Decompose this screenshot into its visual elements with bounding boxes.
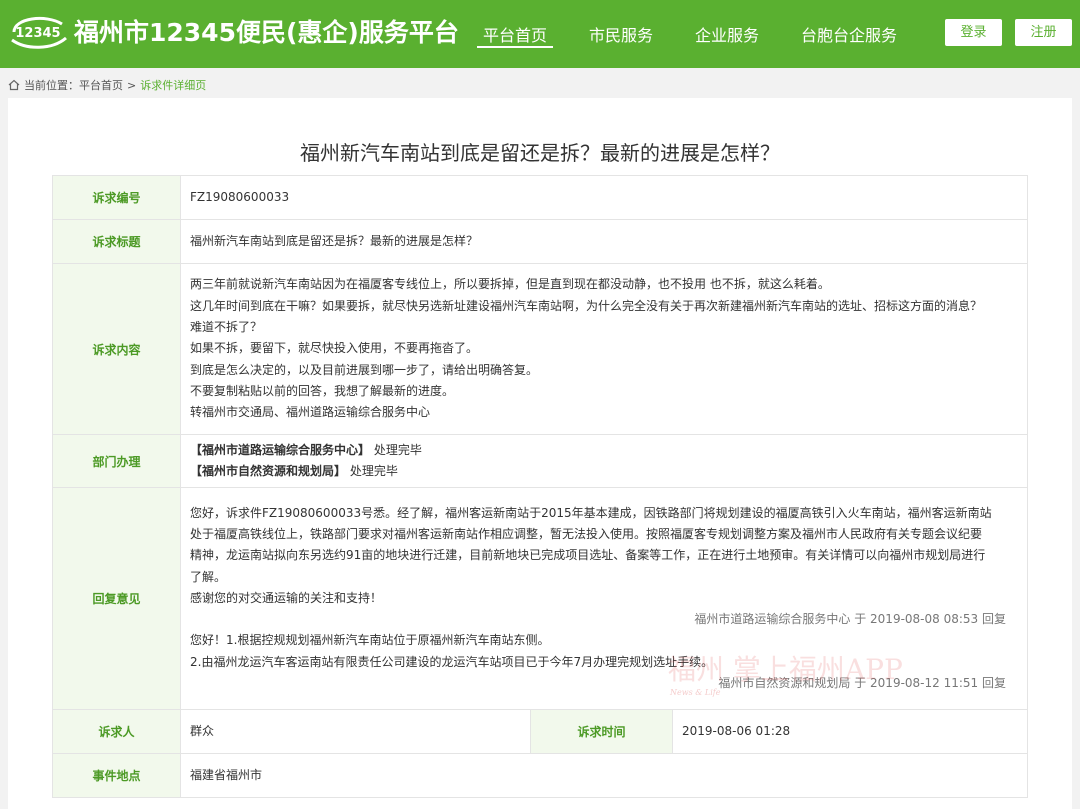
content-line: 到底是怎么决定的，以及目前进展到哪一步了，请给出明确答复。	[190, 362, 539, 377]
page-title: 福州新汽车南站到底是留还是拆？最新的进展是怎样？	[300, 141, 780, 165]
content-line: 这几年时间到底在干嘛？如果要拆，就尽快另选新址建设福州汽车南站啊，为什么完全没有…	[190, 298, 983, 313]
content-line: 如果不拆，要留下，就尽快投入使用，不要再拖沓了。	[190, 341, 479, 356]
dept-status: 处理完毕	[373, 443, 422, 457]
table-row: 诉求人 群众 诉求时间 2019-08-06 01:28	[52, 709, 1028, 754]
dept-value: 【福州市道路运输综合服务中心】 处理完毕 【福州市自然资源和规划局】 处理完毕	[180, 434, 1028, 488]
reply-line: 您好！1.根据控规规划福州新汽车南站位于原福州新汽车南站东侧。	[190, 633, 550, 648]
time-value: 2019-08-06 01:28	[672, 709, 1028, 754]
breadcrumb-home[interactable]: 平台首页	[79, 77, 123, 93]
register-button[interactable]: 注册	[1015, 19, 1072, 46]
detail-table: 诉求编号 FZ19080600033 诉求标题 福州新汽车南站到底是留还是拆？最…	[52, 175, 1028, 798]
main-nav: 平台首页 市民服务 企业服务 台胞台企服务	[477, 0, 933, 68]
table-row: 回复意见 您好，诉求件FZ19080600033号悉。经了解，福州客运新南站于2…	[52, 487, 1028, 710]
home-icon	[8, 79, 20, 91]
nav-taiwan-service[interactable]: 台胞台企服务	[795, 22, 903, 48]
content-line: 不要复制粘贴以前的回答，我想了解最新的进度。	[190, 383, 455, 398]
table-row: 部门办理 【福州市道路运输综合服务中心】 处理完毕 【福州市自然资源和规划局】 …	[52, 434, 1028, 488]
breadcrumb-current: 诉求件详细页	[140, 79, 207, 92]
requester-label: 诉求人	[52, 709, 181, 754]
reply-line: 2.由福州龙运汽车客运南站有限责任公司建设的龙运汽车站项目已于今年7月办理完规划…	[190, 654, 714, 669]
login-button[interactable]: 登录	[945, 19, 1002, 46]
number-value: FZ19080600033	[180, 175, 1028, 220]
dept-name: 【福州市道路运输综合服务中心】	[190, 443, 371, 457]
reply-value: 您好，诉求件FZ19080600033号悉。经了解，福州客运新南站于2015年基…	[180, 487, 1028, 710]
reply-line: 了解。	[190, 569, 227, 584]
location-label: 事件地点	[52, 753, 181, 798]
breadcrumb: 当前位置： 平台首页 > 诉求件详细页	[8, 77, 206, 93]
platform-logo-icon[interactable]: 12345	[6, 10, 70, 54]
title-label: 诉求标题	[52, 219, 181, 264]
reply-line: 感谢您的对交通运输的关注和支持！	[190, 590, 383, 605]
content-line: 转福州市交通局、福州道路运输综合服务中心	[190, 405, 431, 420]
table-row: 事件地点 福建省福州市	[52, 753, 1028, 798]
reply-line: 您好，诉求件FZ19080600033号悉。经了解，福州客运新南站于2015年基…	[190, 505, 992, 520]
breadcrumb-prefix: 当前位置：	[24, 79, 79, 92]
location-value: 福建省福州市	[180, 753, 1028, 798]
site-title: 福州市12345便民(惠企)服务平台	[74, 18, 459, 47]
dept-label: 部门办理	[52, 434, 181, 488]
number-label: 诉求编号	[52, 175, 181, 220]
requester-value: 群众	[180, 709, 531, 754]
table-row: 诉求内容 两三年前就说新汽车南站因为在福厦客专线位上，所以要拆掉，但是直到现在都…	[52, 263, 1028, 435]
top-header: 12345 福州市12345便民(惠企)服务平台 平台首页 市民服务 企业服务 …	[0, 0, 1080, 68]
reply-line: 处于福厦高铁线位上，铁路部门要求对福州客运新南站作相应调整，暂无法投入使用。按照…	[190, 526, 983, 541]
nav-citizen-service[interactable]: 市民服务	[583, 22, 659, 48]
logo-text: 12345	[15, 26, 60, 41]
content-label: 诉求内容	[52, 263, 181, 435]
time-label: 诉求时间	[530, 709, 673, 754]
breadcrumb-separator: >	[127, 78, 137, 92]
dept-entry: 【福州市自然资源和规划局】 处理完毕	[190, 461, 1018, 482]
content-value: 两三年前就说新汽车南站因为在福厦客专线位上，所以要拆掉，但是直到现在都没动静，也…	[180, 263, 1028, 435]
watermark-sub: News & Life	[670, 688, 721, 697]
content-line: 两三年前就说新汽车南站因为在福厦客专线位上，所以要拆掉，但是直到现在都没动静，也…	[190, 277, 830, 292]
nav-enterprise-service[interactable]: 企业服务	[689, 22, 765, 48]
nav-home[interactable]: 平台首页	[477, 22, 554, 48]
reply-label: 回复意见	[52, 487, 181, 710]
content-line: 难道不拆了？	[190, 320, 263, 335]
reply-meta: 福州市自然资源和规划局 于 2019-08-12 11:51 回复	[718, 676, 1006, 691]
dept-entry: 【福州市道路运输综合服务中心】 处理完毕	[190, 440, 1018, 461]
table-row: 诉求标题 福州新汽车南站到底是留还是拆？最新的进展是怎样？	[52, 219, 1028, 264]
title-value: 福州新汽车南站到底是留还是拆？最新的进展是怎样？	[180, 219, 1028, 264]
reply-meta: 福州市道路运输综合服务中心 于 2019-08-08 08:53 回复	[694, 612, 1006, 627]
dept-name: 【福州市自然资源和规划局】	[190, 464, 347, 478]
dept-status: 处理完毕	[349, 464, 398, 478]
reply-line: 精神，龙运南站拟向东另选约91亩的地块进行迁建，目前新地块已完成项目选址、备案等…	[190, 548, 986, 563]
table-row: 诉求编号 FZ19080600033	[52, 175, 1028, 220]
